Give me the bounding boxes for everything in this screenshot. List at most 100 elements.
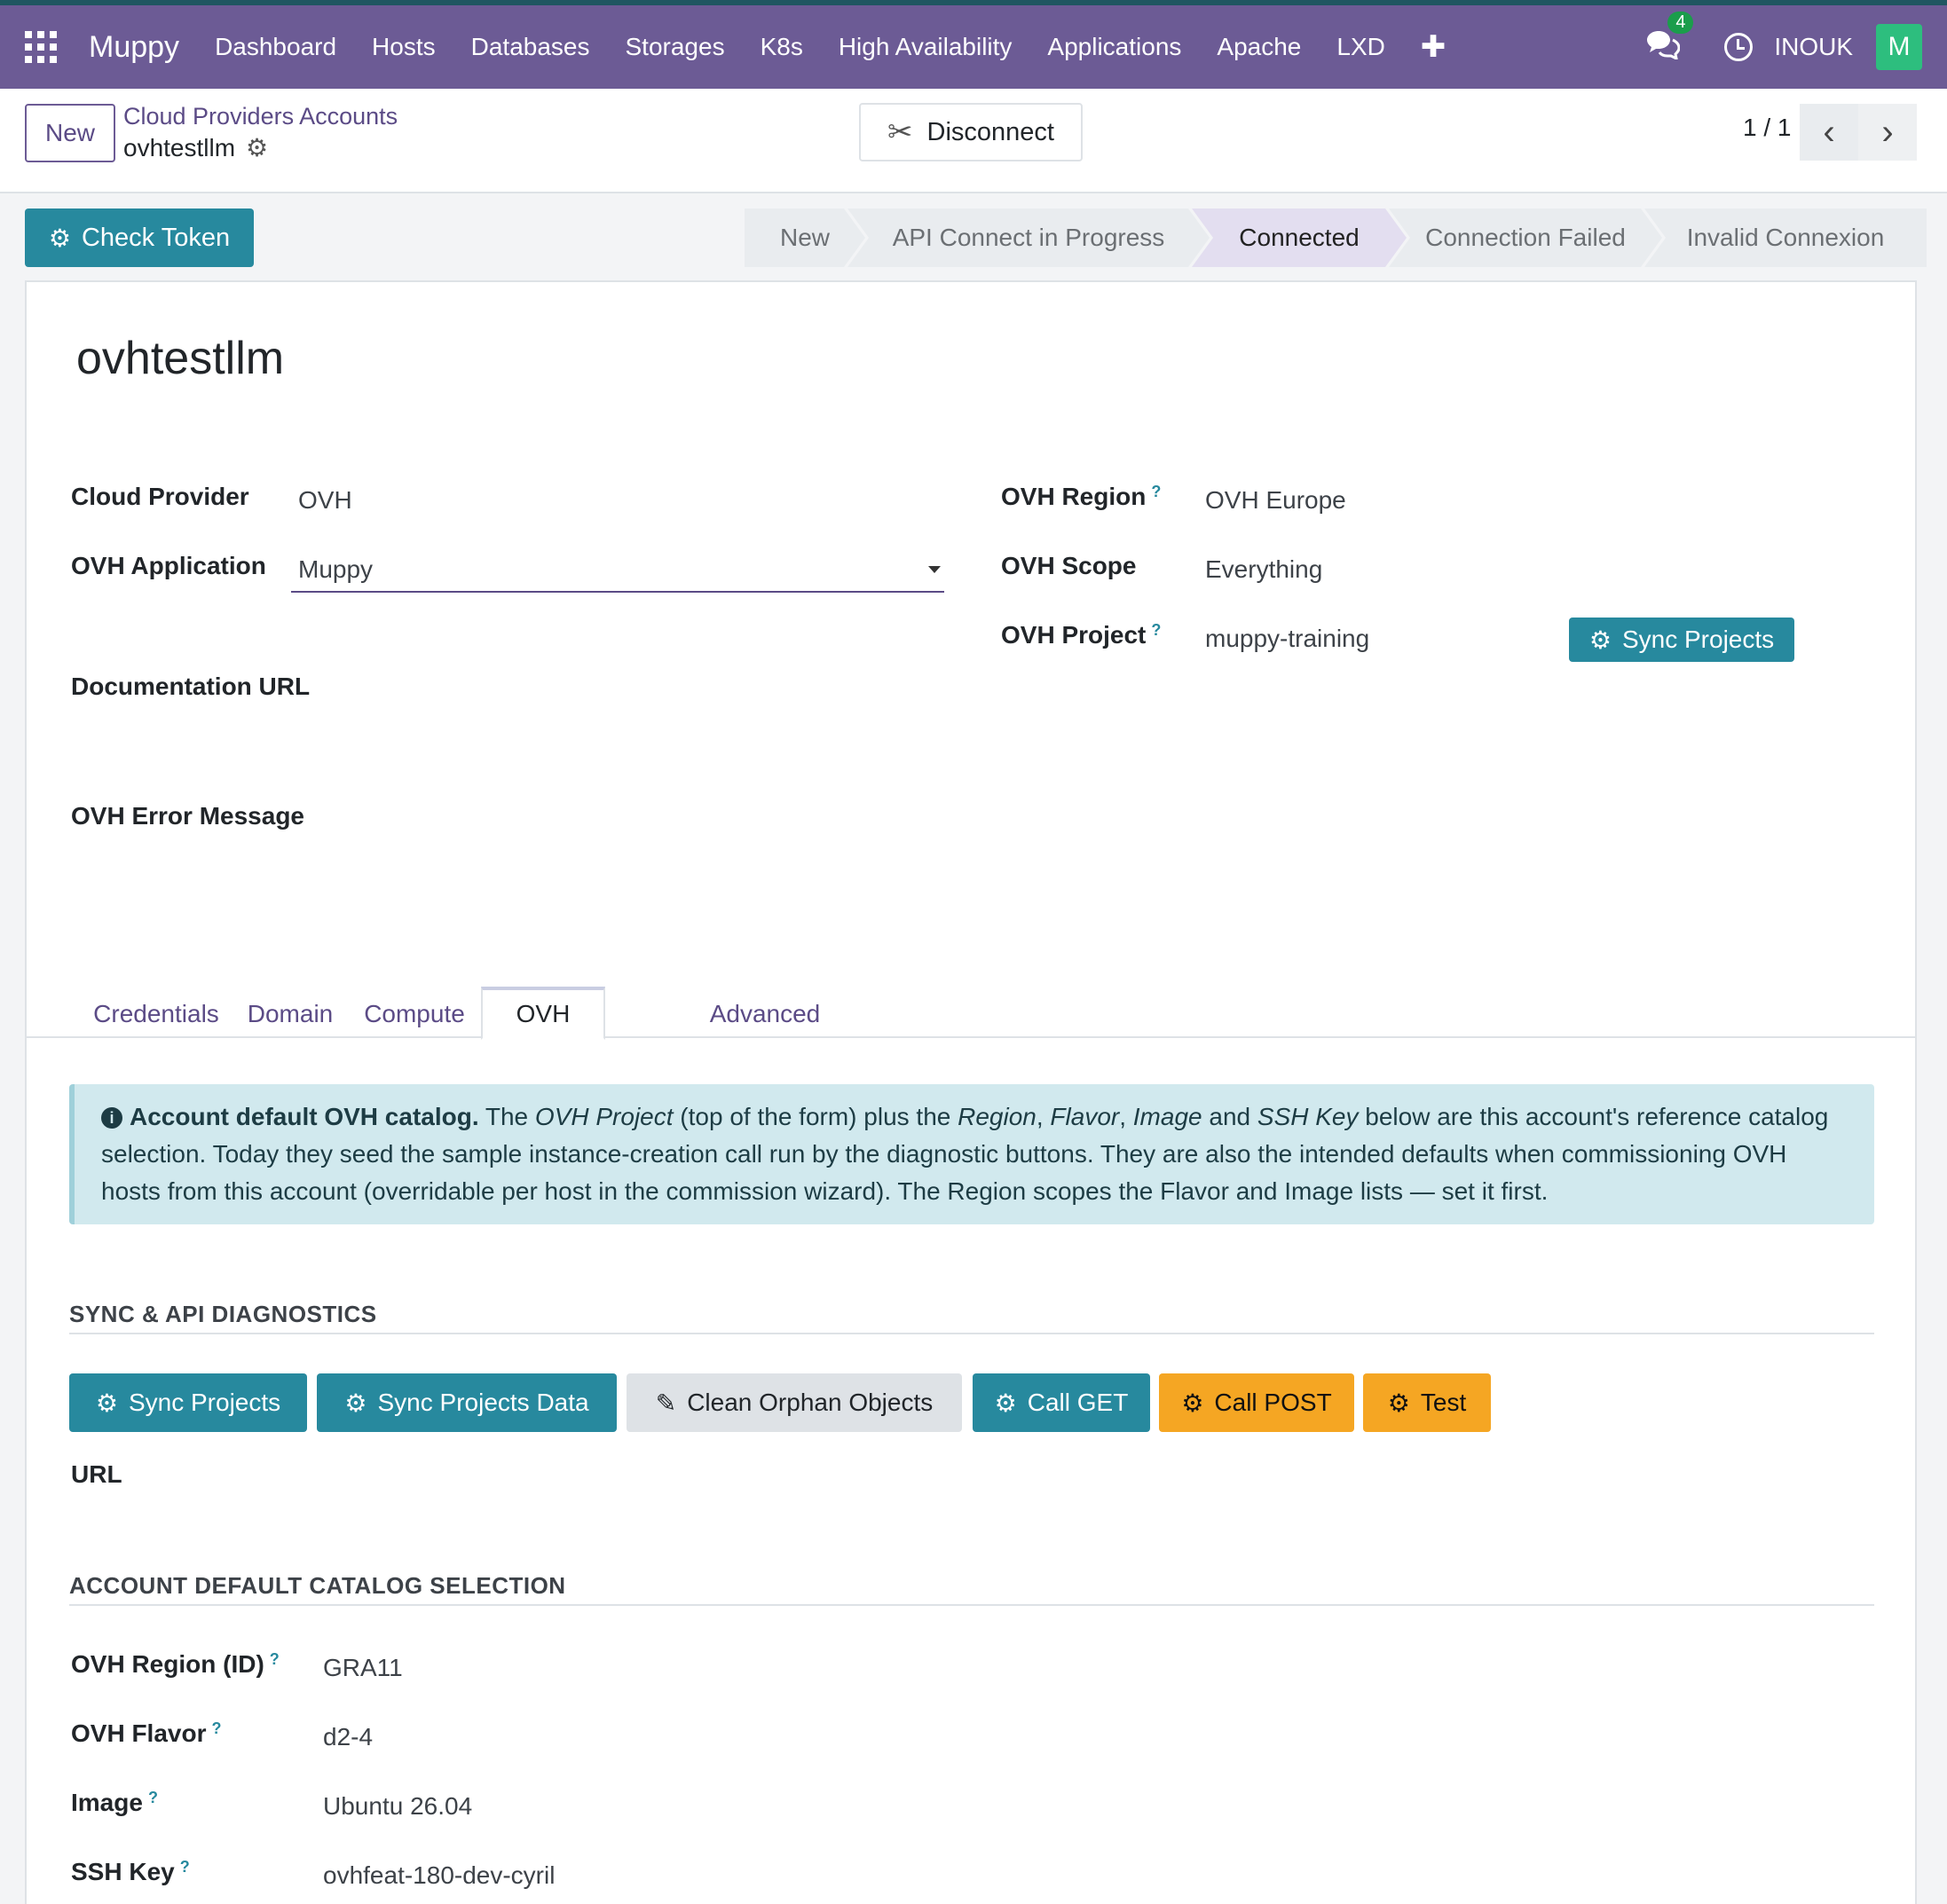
catalog-flavor-label-text: OVH Flavor bbox=[71, 1719, 207, 1747]
diagnostics-section-title: SYNC & API DIAGNOSTICS bbox=[69, 1301, 377, 1327]
sync-projects-button[interactable]: ⚙ Sync Projects bbox=[69, 1373, 307, 1432]
tab-ovh[interactable]: OVH bbox=[481, 987, 605, 1040]
stage-api-connect-in-progress[interactable]: API Connect in Progress bbox=[847, 208, 1210, 267]
tab-advanced[interactable]: Advanced bbox=[694, 988, 836, 1040]
scissors-icon: ✂ bbox=[887, 115, 913, 149]
app-brand[interactable]: Muppy bbox=[89, 30, 179, 65]
alert-emphasis: SSH Key bbox=[1257, 1103, 1359, 1130]
company-switcher[interactable]: INOUK bbox=[1774, 33, 1853, 61]
tab-compute[interactable]: Compute bbox=[348, 988, 481, 1040]
breadcrumb-parent[interactable]: Cloud Providers Accounts bbox=[123, 103, 398, 130]
pager-next-button[interactable]: › bbox=[1858, 104, 1917, 161]
stage-connection-failed[interactable]: Connection Failed bbox=[1389, 208, 1662, 267]
nav-k8s[interactable]: K8s bbox=[761, 33, 803, 61]
catalog-region-value[interactable]: GRA11 bbox=[323, 1654, 403, 1682]
alert-emphasis: Flavor bbox=[1050, 1103, 1120, 1130]
ovh-application-select[interactable]: Muppy bbox=[291, 547, 944, 593]
alert-text: The bbox=[478, 1103, 535, 1130]
nav-storages[interactable]: Storages bbox=[626, 33, 725, 61]
clean-orphan-objects-label: Clean Orphan Objects bbox=[687, 1389, 934, 1416]
url-label: URL bbox=[71, 1460, 122, 1488]
disconnect-button[interactable]: ✂ Disconnect bbox=[859, 103, 1083, 161]
nav-apache[interactable]: Apache bbox=[1217, 33, 1301, 61]
tab-domain[interactable]: Domain bbox=[233, 988, 348, 1040]
ovh-region-value: OVH Europe bbox=[1205, 486, 1346, 514]
nav-lxd[interactable]: LXD bbox=[1336, 33, 1384, 61]
check-token-button[interactable]: ⚙ Check Token bbox=[25, 208, 254, 267]
plus-icon[interactable]: ✚ bbox=[1421, 29, 1446, 65]
call-post-label: Call POST bbox=[1214, 1389, 1332, 1416]
alert-text: (top of the form) plus the bbox=[673, 1103, 958, 1130]
ovh-application-label: OVH Application bbox=[71, 552, 266, 579]
ovh-region-label-text: OVH Region bbox=[1001, 483, 1147, 510]
catalog-ssh-key-label-text: SSH Key bbox=[71, 1858, 175, 1885]
help-icon[interactable]: ? bbox=[180, 1858, 190, 1876]
nav-dashboard[interactable]: Dashboard bbox=[215, 33, 336, 61]
alert-text: , bbox=[1119, 1103, 1133, 1130]
call-get-button[interactable]: ⚙ Call GET bbox=[973, 1373, 1150, 1432]
stage-connected[interactable]: Connected bbox=[1192, 208, 1407, 267]
chevron-left-icon: ‹ bbox=[1823, 112, 1835, 152]
catalog-ssh-key-label: SSH Key? bbox=[71, 1858, 190, 1886]
catalog-flavor-value[interactable]: d2-4 bbox=[323, 1723, 373, 1751]
catalog-ssh-key-value[interactable]: ovhfeat-180-dev-cyril bbox=[323, 1861, 555, 1890]
help-icon[interactable]: ? bbox=[1151, 483, 1161, 500]
new-record-button[interactable]: New bbox=[25, 104, 115, 162]
stage-new[interactable]: New bbox=[745, 208, 865, 267]
status-row: ⚙ Check Token New API Connect in Progres… bbox=[0, 193, 1947, 282]
catalog-region-label: OVH Region (ID)? bbox=[71, 1650, 280, 1679]
messaging-menu[interactable]: 4 bbox=[1646, 11, 1694, 66]
nav-high-availability[interactable]: High Availability bbox=[839, 33, 1013, 61]
help-icon[interactable]: ? bbox=[1151, 621, 1161, 639]
catalog-region-label-text: OVH Region (ID) bbox=[71, 1650, 264, 1678]
sync-projects-header-button[interactable]: ⚙ Sync Projects bbox=[1569, 618, 1794, 662]
catalog-flavor-label: OVH Flavor? bbox=[71, 1719, 221, 1748]
gear-icon: ⚙ bbox=[344, 1389, 367, 1417]
nav-hosts[interactable]: Hosts bbox=[372, 33, 436, 61]
activity-clock-icon[interactable] bbox=[1724, 33, 1754, 61]
ovh-project-label-text: OVH Project bbox=[1001, 621, 1147, 649]
nav-databases[interactable]: Databases bbox=[471, 33, 590, 61]
tab-credentials[interactable]: Credentials bbox=[80, 988, 233, 1040]
gear-icon: ⚙ bbox=[48, 224, 71, 252]
form-sheet: ovhtestllm Cloud Provider OVH OVH Applic… bbox=[25, 280, 1917, 1904]
help-icon[interactable]: ? bbox=[211, 1719, 221, 1737]
catalog-image-label: Image? bbox=[71, 1789, 158, 1817]
chevron-right-icon: › bbox=[1881, 112, 1894, 152]
gear-icon: ⚙ bbox=[1181, 1389, 1204, 1417]
sync-projects-data-button[interactable]: ⚙ Sync Projects Data bbox=[317, 1373, 617, 1432]
catalog-image-value[interactable]: Ubuntu 26.04 bbox=[323, 1792, 472, 1821]
chevron-down-icon bbox=[928, 566, 941, 573]
cloud-provider-label: Cloud Provider bbox=[71, 483, 249, 510]
help-icon[interactable]: ? bbox=[148, 1789, 158, 1806]
breadcrumb-current: ovhtestllm ⚙ bbox=[123, 133, 268, 162]
alert-text: and bbox=[1202, 1103, 1257, 1130]
test-label: Test bbox=[1420, 1389, 1467, 1416]
stage-invalid-connexion[interactable]: Invalid Connexion bbox=[1644, 208, 1927, 267]
gear-icon: ⚙ bbox=[95, 1389, 118, 1417]
control-panel: New Cloud Providers Accounts ovhtestllm … bbox=[0, 89, 1947, 193]
ovh-application-value: Muppy bbox=[298, 555, 374, 583]
alert-emphasis: OVH Project bbox=[534, 1103, 674, 1130]
nav-applications[interactable]: Applications bbox=[1047, 33, 1181, 61]
record-actions-gear-icon[interactable]: ⚙ bbox=[246, 133, 268, 162]
ovh-error-message-label: OVH Error Message bbox=[71, 802, 304, 830]
apps-grid-icon[interactable] bbox=[25, 31, 57, 63]
clean-orphan-objects-button[interactable]: ✎ Clean Orphan Objects bbox=[627, 1373, 962, 1432]
ovh-scope-value: Everything bbox=[1205, 555, 1323, 583]
user-avatar[interactable]: M bbox=[1876, 24, 1922, 70]
sync-projects-header-label: Sync Projects bbox=[1621, 625, 1775, 653]
test-button[interactable]: ⚙ Test bbox=[1363, 1373, 1491, 1432]
info-icon: i bbox=[101, 1107, 122, 1129]
call-post-button[interactable]: ⚙ Call POST bbox=[1159, 1373, 1354, 1432]
sync-projects-data-label: Sync Projects Data bbox=[377, 1389, 589, 1416]
main-navbar: Muppy Dashboard Hosts Databases Storages… bbox=[0, 5, 1947, 89]
record-name-field[interactable]: ovhtestllm bbox=[76, 332, 284, 385]
pager-value[interactable]: 1 / 1 bbox=[1743, 114, 1791, 142]
catalog-image-label-text: Image bbox=[71, 1789, 143, 1816]
help-icon[interactable]: ? bbox=[270, 1650, 280, 1668]
chat-icon bbox=[1647, 30, 1681, 61]
pager-previous-button[interactable]: ‹ bbox=[1800, 104, 1858, 161]
cloud-provider-value: OVH bbox=[298, 486, 352, 514]
ovh-catalog-info-alert: i Account default OVH catalog. The OVH Pr… bbox=[69, 1084, 1874, 1224]
